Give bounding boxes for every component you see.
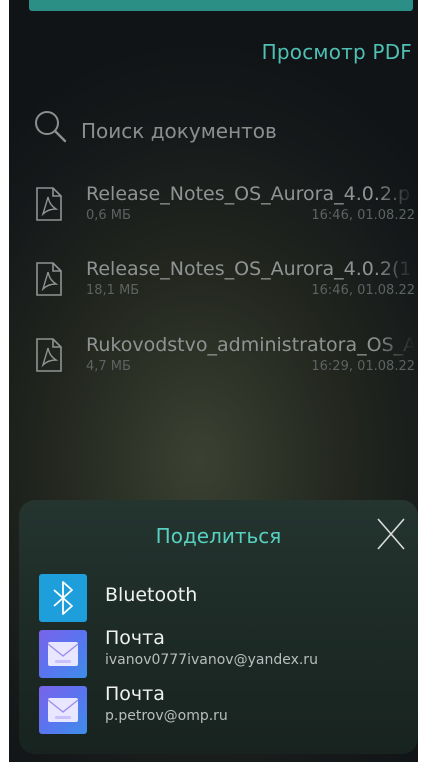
page-title: Просмотр PDF xyxy=(261,40,412,64)
pdf-viewer-screen: Просмотр PDF Поиск документов Release_No… xyxy=(9,0,418,762)
document-size: 4,7 МБ xyxy=(86,359,131,374)
pdf-file-icon xyxy=(36,262,62,296)
search-icon xyxy=(35,111,67,143)
bluetooth-icon xyxy=(39,574,87,622)
document-date: 16:46, 01.08.22 xyxy=(311,208,415,223)
share-option-mail[interactable]: Почта ivanov0777ivanov@yandex.ru xyxy=(39,627,409,682)
share-option-label: Bluetooth xyxy=(105,584,198,606)
mail-icon xyxy=(39,630,87,678)
top-bar xyxy=(29,0,413,11)
share-option-mail[interactable]: Почта p.petrov@omp.ru xyxy=(39,683,409,738)
document-name: Release_Notes_OS_Aurora_4.0.2.p xyxy=(86,183,411,205)
search-field[interactable]: Поиск документов xyxy=(31,108,411,148)
document-item[interactable]: Release_Notes_OS_Aurora_4.0.2(1 18,1 МБ … xyxy=(35,258,415,318)
share-sheet-title: Поделиться xyxy=(155,524,282,548)
share-option-label: Почта xyxy=(105,627,165,649)
document-name: Release_Notes_OS_Aurora_4.0.2(1 xyxy=(86,258,412,280)
close-button[interactable] xyxy=(374,517,408,551)
share-option-account: ivanov0777ivanov@yandex.ru xyxy=(105,652,318,668)
share-option-account: p.petrov@omp.ru xyxy=(105,708,228,724)
document-date: 16:46, 01.08.22 xyxy=(311,283,415,298)
document-size: 18,1 МБ xyxy=(86,283,140,298)
share-option-bluetooth[interactable]: Bluetooth xyxy=(39,574,409,626)
document-size: 0,6 МБ xyxy=(86,208,131,223)
pdf-file-icon xyxy=(36,187,62,221)
document-name: Rukovodstvo_administratora_OS_A xyxy=(86,334,415,356)
document-date: 16:29, 01.08.22 xyxy=(311,359,415,374)
close-icon xyxy=(377,518,405,550)
document-item[interactable]: Release_Notes_OS_Aurora_4.0.2.p 0,6 МБ 1… xyxy=(35,183,415,243)
search-input[interactable]: Поиск документов xyxy=(81,119,277,143)
mail-icon xyxy=(39,686,87,734)
document-item[interactable]: Rukovodstvo_administratora_OS_A 4,7 МБ 1… xyxy=(35,334,415,394)
pdf-file-icon xyxy=(36,338,62,372)
share-sheet: Поделиться Bluetooth Почта ivanov0777iva… xyxy=(19,500,418,754)
share-option-label: Почта xyxy=(105,683,165,705)
